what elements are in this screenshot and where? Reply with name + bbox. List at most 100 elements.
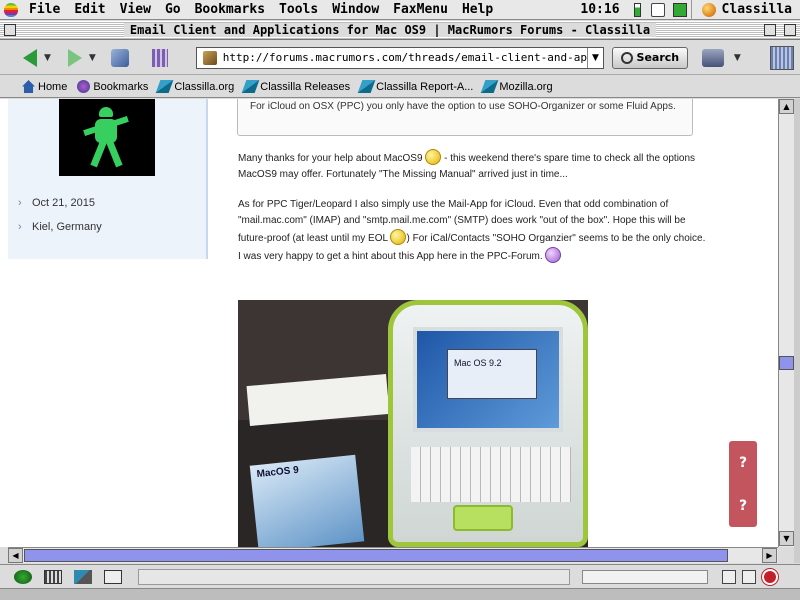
menu-help[interactable]: Help [455, 0, 500, 20]
link-icon [481, 80, 499, 93]
bookmark-bookmarks[interactable]: Bookmarks [77, 80, 148, 93]
smiley-icon [425, 149, 442, 165]
search-icon [620, 51, 633, 64]
bookmark-classilla-org[interactable]: Classilla.org [156, 80, 235, 93]
menu-file[interactable]: File [22, 0, 67, 20]
zoom-box[interactable] [764, 24, 776, 36]
print-dropdown[interactable]: ▼ [734, 53, 741, 63]
vertical-scrollbar[interactable]: ▲ ▼ [778, 99, 794, 547]
photo-papers [246, 373, 390, 427]
scroll-up-button[interactable]: ▲ [779, 99, 794, 114]
clock[interactable]: 10:16 [572, 2, 627, 17]
photo-ibook: Mac OS 9.2 [388, 300, 588, 547]
online-status-icon[interactable] [722, 569, 736, 584]
application-switcher-icon[interactable] [650, 2, 665, 17]
bookmark-label: Mozilla.org [499, 80, 553, 93]
navigator-icon[interactable] [14, 569, 32, 584]
help-question-icon[interactable]: ? [739, 455, 747, 471]
classilla-icon [701, 2, 716, 17]
bookmarks-icon [77, 80, 91, 93]
help-widget[interactable]: ? ? [729, 441, 757, 527]
horizontal-scrollbar[interactable]: ◀ ▶ [8, 547, 778, 563]
user-join-date: Oct 21, 2015 [18, 197, 95, 209]
menu-tools[interactable]: Tools [272, 0, 325, 20]
url-bar[interactable]: ▼ [195, 46, 604, 69]
menu-go[interactable]: Go [158, 0, 188, 20]
progress-meter [582, 569, 708, 584]
avatar[interactable] [59, 99, 155, 176]
composer-icon[interactable] [74, 569, 92, 584]
address-book-icon[interactable] [104, 569, 122, 584]
photo-book: MacOS 9 [249, 454, 365, 547]
user-location: Kiel, Germany [18, 221, 102, 233]
scroll-down-button[interactable]: ▼ [779, 531, 794, 546]
menu-edit[interactable]: Edit [67, 0, 112, 20]
menu-faxmenu[interactable]: FaxMenu [386, 0, 455, 20]
photo-screen-text: Mac OS 9.2 [454, 358, 502, 368]
search-button[interactable]: Search [611, 46, 688, 69]
bookmark-label: Classilla Report-A... [376, 80, 474, 93]
smiley-icon [545, 247, 562, 263]
link-icon [156, 80, 174, 93]
menu-bookmarks[interactable]: Bookmarks [188, 0, 272, 20]
stop-button[interactable] [148, 46, 172, 70]
application-menu[interactable]: Classilla [690, 0, 800, 20]
bookmark-label: Bookmarks [93, 80, 149, 93]
photo-book-title: MacOS 9 [256, 464, 300, 481]
sidebar-toggle-button[interactable] [770, 45, 794, 70]
url-input[interactable] [222, 51, 587, 64]
help-question-icon[interactable]: ? [739, 498, 747, 514]
vertical-scroll-thumb[interactable] [779, 356, 794, 370]
search-button-label: Search [636, 51, 680, 64]
back-history-dropdown[interactable]: ▼ [44, 53, 51, 63]
photo-about-window: Mac OS 9.2 [447, 349, 537, 399]
reload-icon [110, 48, 129, 67]
menu-bar: File Edit View Go Bookmarks Tools Window… [0, 0, 800, 20]
back-button[interactable] [18, 46, 42, 70]
control-strip-icon[interactable] [672, 2, 687, 17]
bookmark-classilla-releases[interactable]: Classilla Releases [241, 80, 350, 93]
status-bar-right [716, 568, 800, 585]
avatar-figure-leg [106, 140, 123, 168]
status-text [138, 568, 570, 585]
bookmark-classilla-report[interactable]: Classilla Report-A... [357, 80, 474, 93]
post-paragraph: Many thanks for your help about MacOS9 -… [238, 149, 706, 183]
home-icon [22, 80, 35, 93]
menu-window[interactable]: Window [325, 0, 386, 20]
personal-toolbar: Home Bookmarks Classilla.org Classilla R… [0, 76, 800, 98]
post-photo[interactable]: Mac OS 9.2 MacOS 9 [238, 300, 588, 547]
close-box[interactable] [4, 24, 16, 36]
window-title: Email Client and Applications for Mac OS… [123, 23, 657, 37]
print-button[interactable] [701, 48, 724, 67]
wink-smiley-icon [390, 229, 407, 245]
page-content[interactable]: Oct 21, 2015 Kiel, Germany For iCloud on… [0, 99, 778, 547]
forward-history-dropdown[interactable]: ▼ [89, 53, 96, 63]
security-lock-icon[interactable] [742, 569, 756, 584]
photo-trackpad [453, 505, 513, 531]
avatar-figure-leg [90, 140, 107, 168]
application-name: Classilla [721, 2, 792, 17]
page-proxy-icon[interactable] [202, 50, 217, 65]
bookmark-mozilla-org[interactable]: Mozilla.org [481, 80, 553, 93]
forward-button[interactable] [63, 46, 87, 70]
bookmark-home[interactable]: Home [22, 80, 67, 93]
horizontal-scroll-thumb[interactable] [24, 549, 728, 562]
reload-button[interactable] [108, 46, 132, 70]
scroll-right-button[interactable]: ▶ [762, 548, 777, 563]
window-title-bar[interactable]: Email Client and Applications for Mac OS… [0, 21, 800, 40]
scroll-left-button[interactable]: ◀ [8, 548, 23, 563]
collapse-box[interactable] [784, 24, 796, 36]
battery-icon[interactable] [633, 2, 641, 17]
stop-loading-icon[interactable] [762, 568, 778, 585]
bookmark-label: Classilla.org [174, 80, 235, 93]
navigation-toolbar: ▼ ▼ ▼ Search ▼ [0, 41, 800, 75]
status-bar [0, 564, 800, 588]
photo-ibook-screen: Mac OS 9.2 [413, 327, 563, 432]
avatar-figure-head [99, 107, 113, 117]
mail-icon[interactable] [44, 569, 62, 584]
menu-view[interactable]: View [113, 0, 158, 20]
desktop-strip [0, 588, 800, 600]
back-arrow-icon [23, 48, 37, 67]
apple-menu[interactable] [0, 0, 22, 20]
url-history-dropdown[interactable]: ▼ [587, 47, 603, 68]
